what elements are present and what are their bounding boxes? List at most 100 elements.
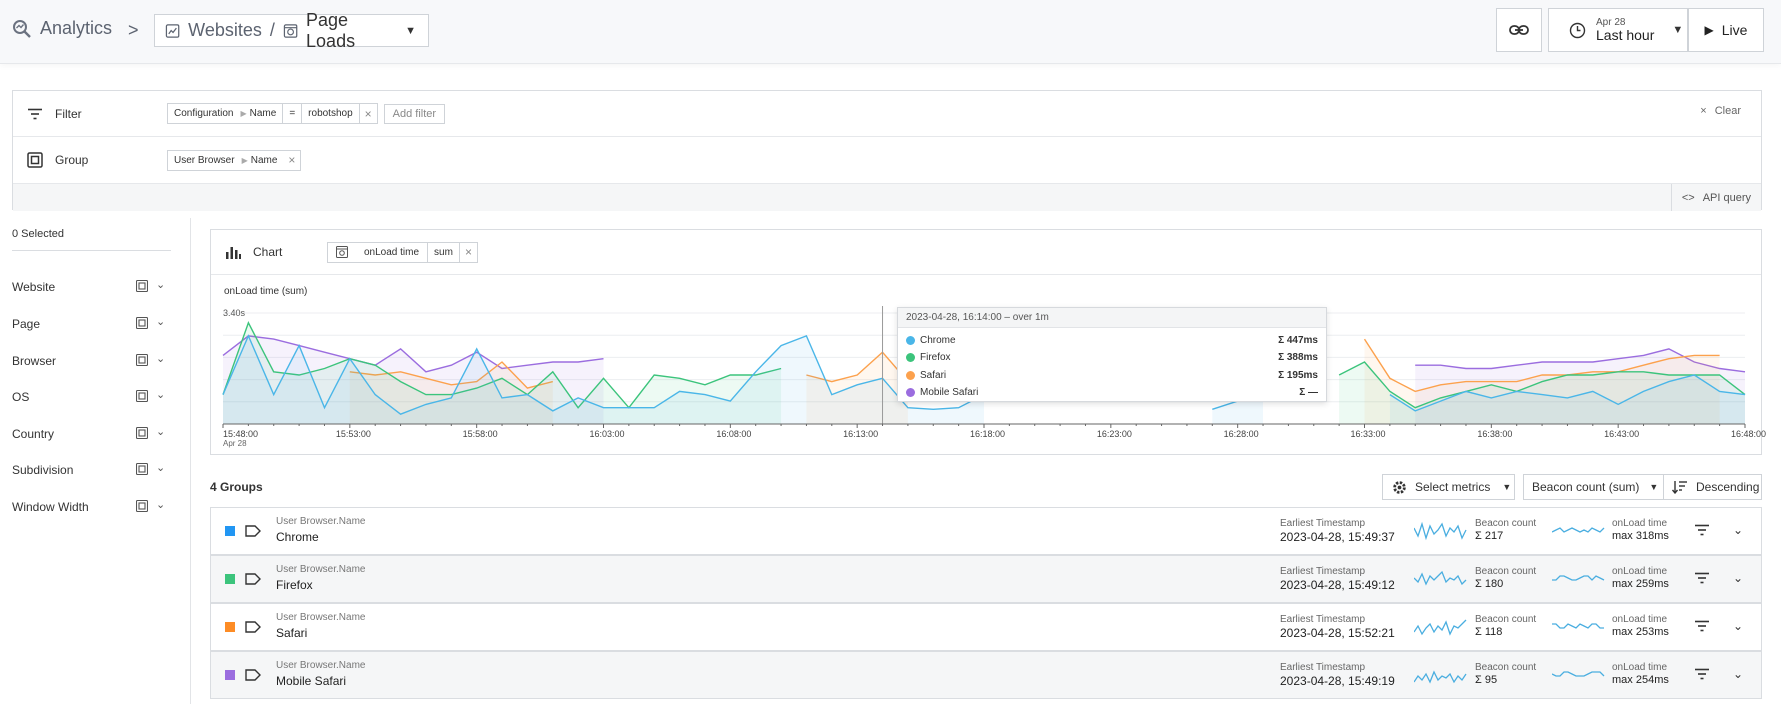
filter-panel: Filter Configuration ▶ Name = robotshop …: [12, 90, 1762, 211]
sidebar-item-label: Country: [12, 427, 55, 441]
chevron-down-icon[interactable]: ⌄: [156, 278, 165, 291]
group-by-icon[interactable]: [135, 389, 149, 405]
group-by-icon[interactable]: [135, 426, 149, 442]
sort-by-dropdown[interactable]: Beacon count (sum) ▼: [1524, 475, 1664, 499]
group-by-icon[interactable]: [135, 279, 149, 295]
bar-chart-icon: [226, 247, 241, 259]
tooltip-row: Firefox Σ 388ms: [906, 350, 1318, 366]
series-color-dot: [906, 370, 915, 380]
sort-order-button[interactable]: Descending: [1664, 480, 1761, 494]
group-name[interactable]: Firefox: [276, 578, 313, 592]
tag-icon: [245, 525, 261, 537]
tooltip-series-value: Σ —: [1299, 387, 1318, 398]
chevron-down-icon[interactable]: ⌄: [1733, 619, 1743, 633]
chevron-down-icon[interactable]: ⌄: [156, 388, 165, 401]
breadcrumb-separator: >: [128, 20, 139, 40]
chevron-down-icon[interactable]: ⌄: [1733, 571, 1743, 585]
tooltip-series-name: Safari: [920, 369, 947, 381]
tooltip-row: Mobile Safari Σ —: [906, 385, 1318, 401]
chevron-down-icon[interactable]: ⌄: [1733, 667, 1743, 681]
onload-time-label: onLoad time: [1612, 518, 1668, 529]
tooltip-row: Chrome Σ 447ms: [906, 332, 1318, 348]
earliest-timestamp: 2023-04-28, 15:49:12: [1280, 578, 1395, 592]
clear-button[interactable]: × Clear: [1700, 105, 1741, 117]
select-metrics-button[interactable]: Select metrics ▼: [1382, 474, 1515, 500]
analytics-breadcrumb[interactable]: Analytics: [12, 18, 112, 39]
metric-name: onLoad time: [364, 246, 420, 258]
sidebar-item-label: OS: [12, 390, 30, 404]
sidebar-item-os[interactable]: OS ⌄: [12, 387, 172, 407]
sidebar-divider: [190, 218, 191, 704]
beacon-count-label: Beacon count: [1475, 566, 1537, 577]
link-icon: [1509, 25, 1529, 35]
sidebar-item-page[interactable]: Page ⌄: [12, 314, 172, 334]
selected-count: 0 Selected: [12, 228, 171, 251]
chevron-down-icon[interactable]: ⌄: [156, 425, 165, 438]
chip-arrow-icon: ▶: [240, 109, 247, 118]
group-row: Group User Browser ▶ Name ×: [13, 137, 1761, 183]
chip-operator: =: [282, 104, 301, 123]
live-button[interactable]: ▶ Live: [1688, 8, 1764, 52]
remove-group-icon[interactable]: ×: [283, 151, 300, 170]
group-by-icon[interactable]: [135, 499, 149, 515]
sparkline-chart: [1414, 521, 1467, 541]
group-name[interactable]: Safari: [276, 626, 307, 640]
sparkline-chart: [1552, 623, 1604, 629]
api-query-button[interactable]: <> API query: [1670, 184, 1761, 211]
group-by-icon[interactable]: [135, 462, 149, 478]
group-by-icon[interactable]: [135, 353, 149, 369]
play-icon: ▶: [1704, 23, 1714, 37]
remove-filter-icon[interactable]: ×: [358, 104, 377, 123]
sidebar-item-label: Window Width: [12, 500, 89, 514]
chevron-down-icon[interactable]: ⌄: [1733, 523, 1743, 537]
chart-title: onLoad time (sum): [224, 286, 308, 297]
websites-crumb[interactable]: Websites: [188, 20, 262, 41]
chevron-down-icon[interactable]: ⌄: [156, 461, 165, 474]
group-label-wrap: Group: [27, 152, 88, 168]
series-color-swatch: [225, 526, 235, 536]
remove-metric-icon[interactable]: ×: [458, 242, 477, 262]
onload-time-label: onLoad time: [1612, 662, 1668, 673]
group-row-mobile-safari[interactable]: User Browser.Name Mobile Safari Earliest T…: [210, 651, 1762, 699]
group-name[interactable]: Chrome: [276, 530, 319, 544]
sparkline-chart: [1552, 671, 1605, 677]
sidebar-item-subdivision[interactable]: Subdivision ⌄: [12, 460, 172, 480]
sidebar-item-country[interactable]: Country ⌄: [12, 424, 172, 444]
page-selector[interactable]: Websites / Page Loads ▼: [154, 10, 429, 51]
earliest-timestamp-label: Earliest Timestamp: [1280, 518, 1366, 529]
tag-icon: [245, 621, 261, 633]
group-chip[interactable]: User Browser ▶ Name ×: [167, 149, 302, 171]
filter-icon[interactable]: [1694, 524, 1710, 536]
group-row-firefox[interactable]: User Browser.Name Firefox Earliest Timesta…: [210, 555, 1762, 603]
group-icon: [27, 152, 43, 168]
code-icon: <>: [1681, 191, 1695, 204]
filter-icon[interactable]: [1694, 668, 1710, 680]
chevron-down-icon[interactable]: ⌄: [156, 498, 165, 511]
api-query-label: API query: [1702, 191, 1751, 204]
sidebar-item-website[interactable]: Website ⌄: [12, 277, 172, 297]
group-name[interactable]: Mobile Safari: [276, 674, 346, 688]
tooltip-series-value: Σ 195ms: [1278, 369, 1318, 381]
filter-icon[interactable]: [1694, 572, 1710, 584]
filter-chip[interactable]: Configuration ▶ Name = robotshop ×: [167, 103, 378, 124]
series-color-dot: [906, 388, 915, 397]
page-loads-crumb: Page Loads: [306, 9, 356, 51]
add-filter-button[interactable]: Add filter: [383, 103, 446, 124]
time-range-picker[interactable]: Apr 28 Last hour ▼: [1548, 8, 1688, 52]
tooltip-series-name: Mobile Safari: [920, 387, 979, 398]
sidebar-item-window-width[interactable]: Window Width ⌄: [12, 497, 172, 517]
chevron-down-icon[interactable]: ⌄: [156, 315, 165, 328]
sidebar-item-browser[interactable]: Browser ⌄: [12, 351, 172, 371]
series-color-swatch: [225, 670, 235, 680]
group-key: User Browser.Name: [276, 660, 366, 671]
beacon-count-value: Σ 118: [1475, 626, 1503, 638]
metric-chip[interactable]: onLoad time sum ×: [327, 241, 478, 263]
copy-link-button[interactable]: [1496, 8, 1542, 52]
top-bar: Analytics > Websites / Page Loads ▼ Apr …: [0, 0, 1781, 64]
group-row-chrome[interactable]: User Browser.Name Chrome Earliest Timestam…: [210, 507, 1762, 555]
tag-icon: [245, 573, 261, 585]
group-row-safari[interactable]: User Browser.Name Safari Earliest Timestam…: [210, 603, 1762, 651]
group-by-icon[interactable]: [135, 316, 149, 332]
chevron-down-icon[interactable]: ⌄: [156, 352, 165, 365]
filter-icon[interactable]: [1694, 620, 1710, 632]
